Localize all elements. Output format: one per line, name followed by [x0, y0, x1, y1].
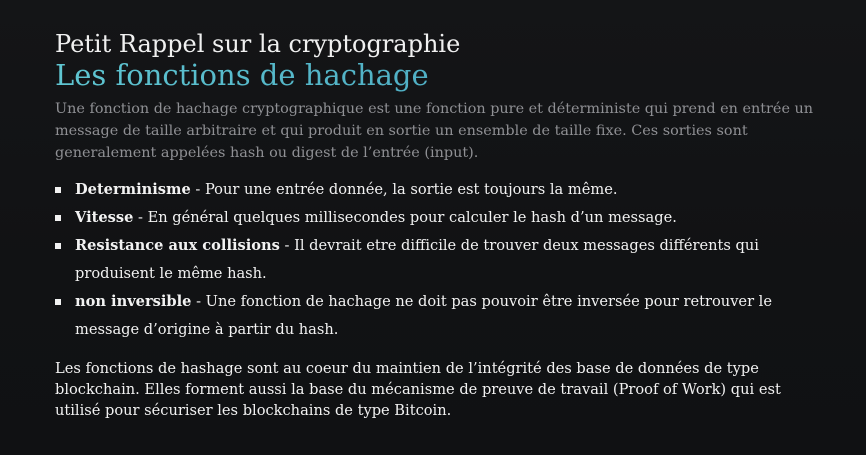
- list-item: Resistance aux collisions - Il devrait e…: [55, 232, 826, 288]
- property-term: Vitesse: [75, 209, 134, 226]
- square-bullet-icon: [55, 187, 61, 193]
- square-bullet-icon: [55, 215, 61, 221]
- intro-paragraph: Une fonction de hachage cryptographique …: [55, 101, 814, 161]
- square-bullet-icon: [55, 243, 61, 249]
- property-description: - Pour une entrée donnée, la sortie est …: [190, 181, 618, 198]
- property-term: Determinisme: [75, 181, 191, 198]
- property-term: non inversible: [75, 293, 192, 310]
- conclusion-paragraph: Les fonctions de hashage sont au coeur d…: [55, 360, 781, 419]
- property-description: - En général quelques millisecondes pour…: [133, 209, 677, 226]
- list-item: Determinisme - Pour une entrée donnée, l…: [55, 176, 826, 204]
- slide-supertitle: Petit Rappel sur la cryptographie: [55, 30, 461, 58]
- list-item: Vitesse - En général quelques millisecon…: [55, 204, 826, 232]
- properties-list: Determinisme - Pour une entrée donnée, l…: [55, 176, 826, 344]
- slide: Petit Rappel sur la cryptographie Les fo…: [0, 0, 866, 455]
- list-item: non inversible - Une fonction de hachage…: [55, 288, 826, 344]
- property-term: Resistance aux collisions: [75, 237, 280, 254]
- slide-title: Les fonctions de hachage: [55, 58, 826, 92]
- square-bullet-icon: [55, 299, 61, 305]
